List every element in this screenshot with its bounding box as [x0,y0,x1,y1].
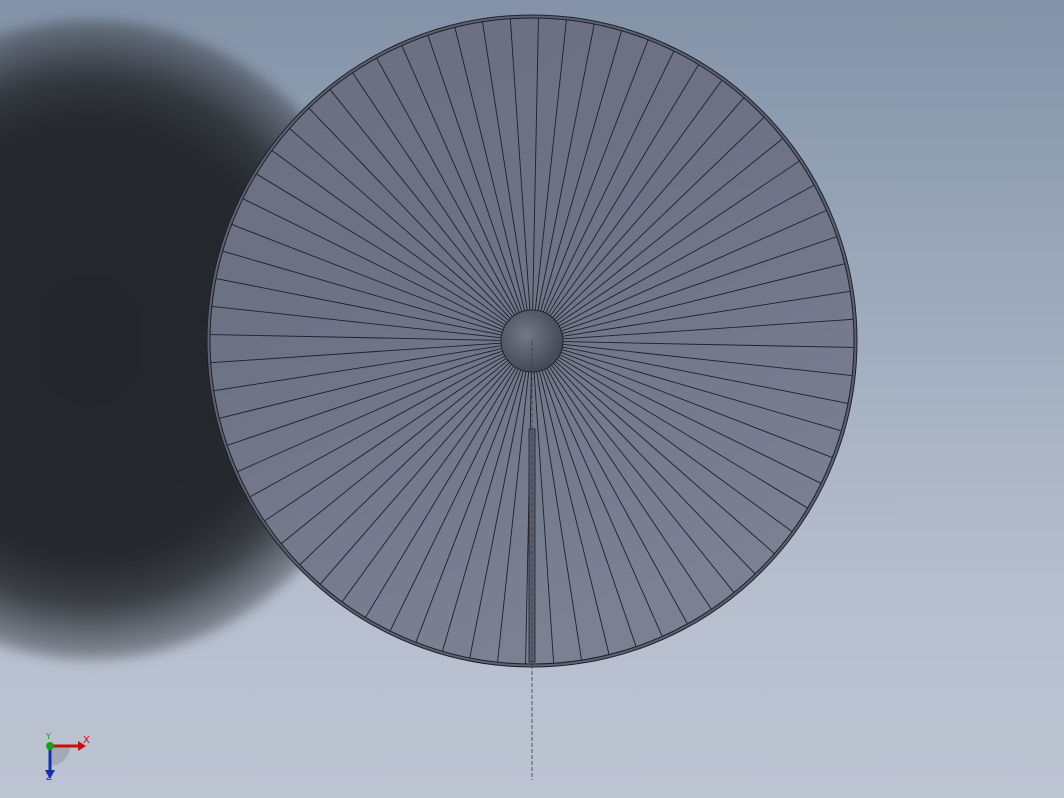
triad-y-label: Y [46,732,51,741]
triad-z-label: Z [46,773,53,783]
disc-model[interactable] [0,0,1064,798]
graphics-viewport[interactable]: X Y Z [0,0,1064,798]
orientation-triad[interactable]: X Y Z [40,732,100,784]
triad-x-label: X [83,735,90,746]
